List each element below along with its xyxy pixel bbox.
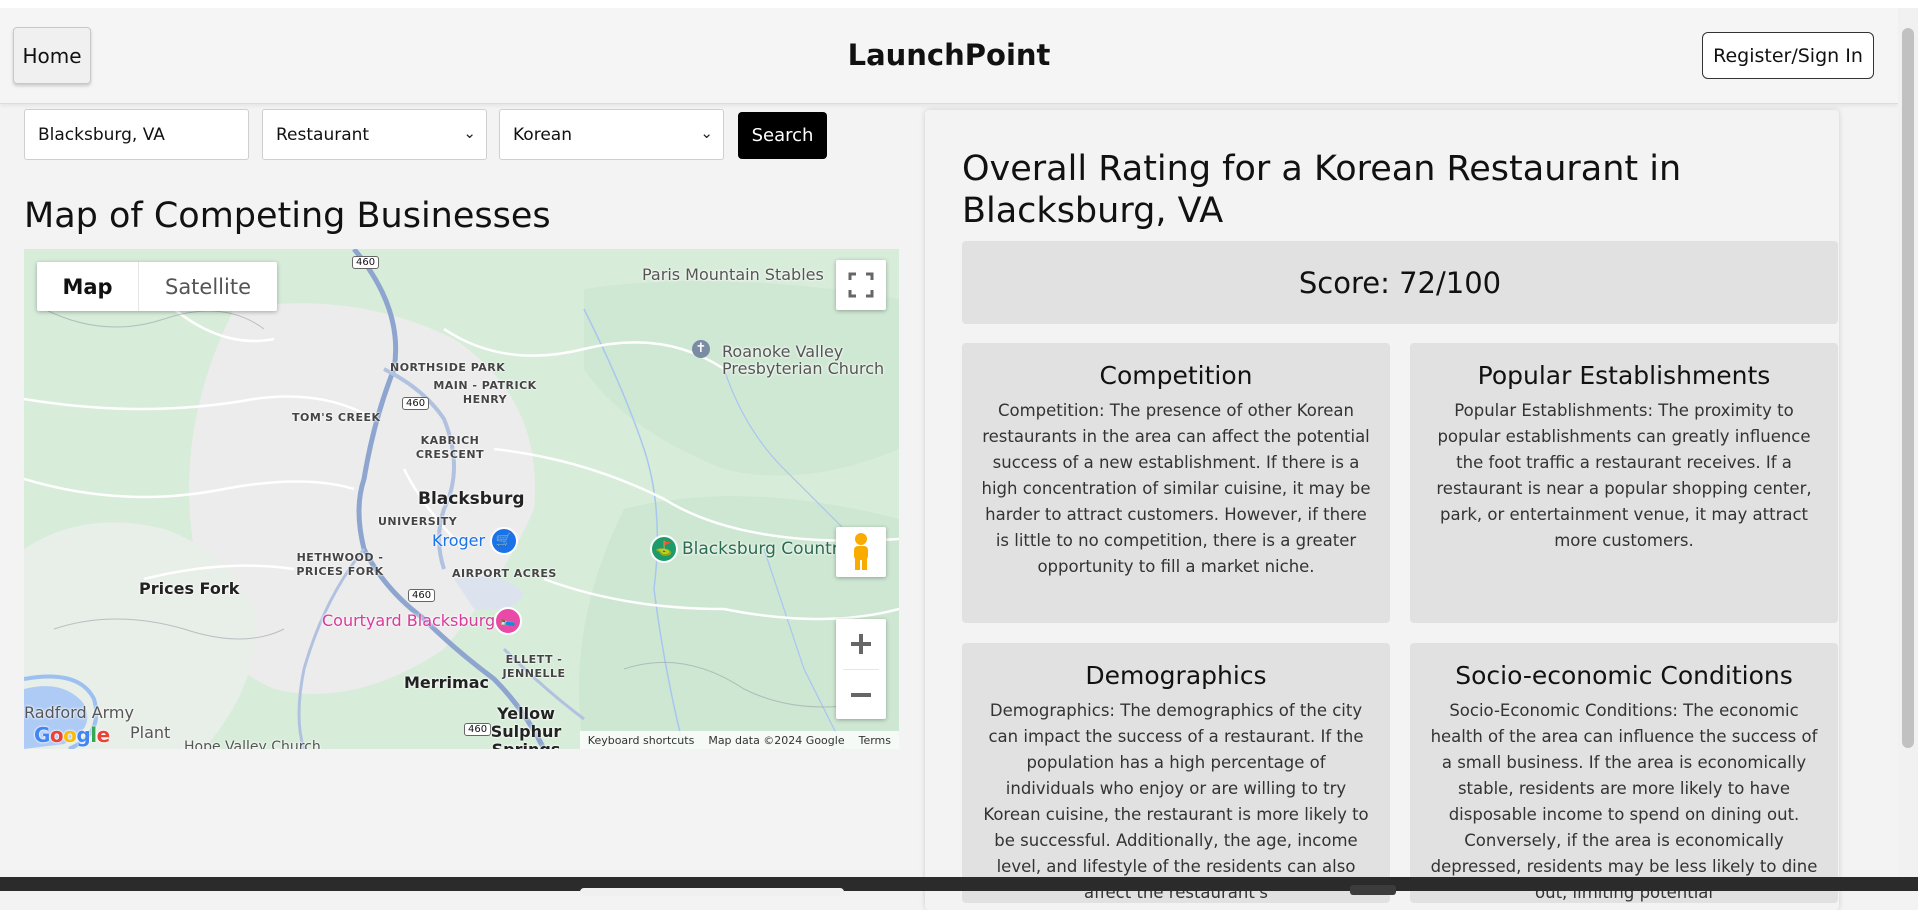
map-label-kabrich-crescent: KABRICH CRESCENT [415, 434, 485, 461]
card-socio-economic: Socio-economic Conditions Socio-Economic… [1410, 643, 1838, 903]
route-460-shield: 460 [402, 397, 430, 410]
route-460-shield: 460 [352, 256, 380, 269]
golf-icon[interactable]: ⛳ [650, 535, 678, 563]
navbar: Home LaunchPoint Register/Sign In [0, 8, 1898, 104]
score-text: Score: 72/100 [1298, 265, 1502, 300]
route-460-shield: 460 [408, 589, 436, 602]
map-label-paris-mountain: Paris Mountain Stables [642, 265, 824, 284]
cuisine-value: Korean [513, 124, 572, 145]
competitor-map[interactable]: 460 460 460 460 Paris Mountain Stables ✝… [24, 249, 899, 749]
plus-icon [851, 634, 871, 654]
map-label-ellett-jennelle: ELLETT - JENNELLE [502, 653, 566, 680]
map-label-main-patrick-henry: MAIN - PATRICK HENRY [433, 379, 537, 406]
card-demographics: Demographics Demographics: The demograph… [962, 643, 1390, 903]
card-text: Socio-Economic Conditions: The economic … [1430, 701, 1818, 902]
map-label-toms-creek: TOM'S CREEK [292, 411, 381, 424]
card-competition: Competition Competition: The presence of… [962, 343, 1390, 623]
business-type-select[interactable]: Restaurant ⌄ [262, 109, 487, 160]
zoom-controls [836, 619, 886, 719]
taskbar-item[interactable] [580, 888, 844, 896]
taskbar [0, 877, 1918, 896]
fullscreen-icon [848, 272, 874, 298]
search-button[interactable]: Search [738, 112, 827, 159]
map-label-blacksburg: Blacksburg [418, 489, 525, 509]
map-label-roanoke-valley: Roanoke Valley Presbyterian Church [722, 342, 885, 378]
card-text: Popular Establishments: The proximity to… [1436, 401, 1812, 550]
map-label-courtyard[interactable]: Courtyard Blacksburg [322, 611, 495, 630]
map-label-northside-park: NORTHSIDE PARK [390, 361, 506, 374]
card-title: Popular Establishments [1477, 361, 1771, 390]
map-tab[interactable]: Map [37, 262, 138, 311]
business-type-value: Restaurant [276, 124, 370, 145]
hotel-bed-icon[interactable]: 🛌 [494, 607, 522, 635]
cuisine-select[interactable]: Korean ⌄ [499, 109, 724, 160]
map-label-plant: Plant [130, 723, 171, 742]
card-text: Demographics: The demographics of the ci… [983, 701, 1369, 902]
chevron-down-icon: ⌄ [700, 124, 713, 142]
page-scrollbar[interactable] [1898, 8, 1918, 877]
street-view-button[interactable] [836, 527, 886, 577]
score-box: Score: 72/100 [962, 241, 1838, 324]
map-label-blacksburg-country[interactable]: Blacksburg Country [682, 539, 849, 559]
scrollbar-thumb[interactable] [1902, 28, 1914, 748]
card-title: Socio-economic Conditions [1455, 661, 1793, 690]
map-heading: Map of Competing Businesses [24, 196, 551, 236]
map-label-university: UNIVERSITY [378, 515, 458, 528]
location-input[interactable]: Blacksburg, VA [24, 109, 249, 160]
map-label-hope-valley: Hope Valley Church [184, 739, 321, 749]
register-sign-in-button[interactable]: Register/Sign In [1702, 32, 1874, 79]
map-label-radford: Radford Army [24, 703, 134, 722]
pegman-icon [854, 533, 868, 570]
keyboard-shortcuts-link[interactable]: Keyboard shortcuts [588, 734, 695, 747]
card-text: Competition: The presence of other Korea… [981, 401, 1371, 576]
map-label-airport-acres: AIRPORT ACRES [452, 567, 557, 580]
card-title: Competition [1099, 361, 1253, 390]
map-data-text: Map data ©2024 Google [708, 733, 845, 747]
satellite-tab[interactable]: Satellite [138, 262, 277, 311]
zoom-in-button[interactable] [836, 619, 886, 669]
minus-icon [851, 692, 871, 697]
card-popular-establishments: Popular Establishments Popular Establish… [1410, 343, 1838, 623]
chevron-down-icon: ⌄ [463, 124, 476, 142]
map-label-merrimac: Merrimac [404, 673, 489, 692]
google-logo: Google [34, 723, 110, 747]
rating-panel: Overall Rating for a Korean Restaurant i… [925, 110, 1839, 910]
map-attribution: Keyboard shortcuts Map data ©2024 Google… [579, 731, 899, 749]
shopping-cart-icon[interactable]: 🛒 [490, 527, 518, 555]
rating-title: Overall Rating for a Korean Restaurant i… [962, 149, 1682, 231]
map-type-toggle: Map Satellite [37, 262, 277, 311]
map-label-prices-fork: Prices Fork [139, 579, 240, 598]
top-strip [0, 0, 1918, 8]
terms-link[interactable]: Terms [859, 734, 891, 747]
church-icon: ✝ [692, 340, 710, 358]
fullscreen-button[interactable] [836, 260, 886, 310]
location-input-value: Blacksburg, VA [38, 124, 165, 145]
map-label-hethwood: HETHWOOD - PRICES FORK [296, 551, 384, 578]
zoom-out-button[interactable] [836, 670, 886, 719]
taskbar-item[interactable] [1350, 885, 1396, 895]
brand-title: LaunchPoint [847, 38, 1051, 72]
card-title: Demographics [1085, 661, 1267, 690]
map-label-kroger[interactable]: Kroger [432, 531, 485, 550]
map-label-yellow-sulphur: Yellow Sulphur Springs [490, 704, 562, 750]
